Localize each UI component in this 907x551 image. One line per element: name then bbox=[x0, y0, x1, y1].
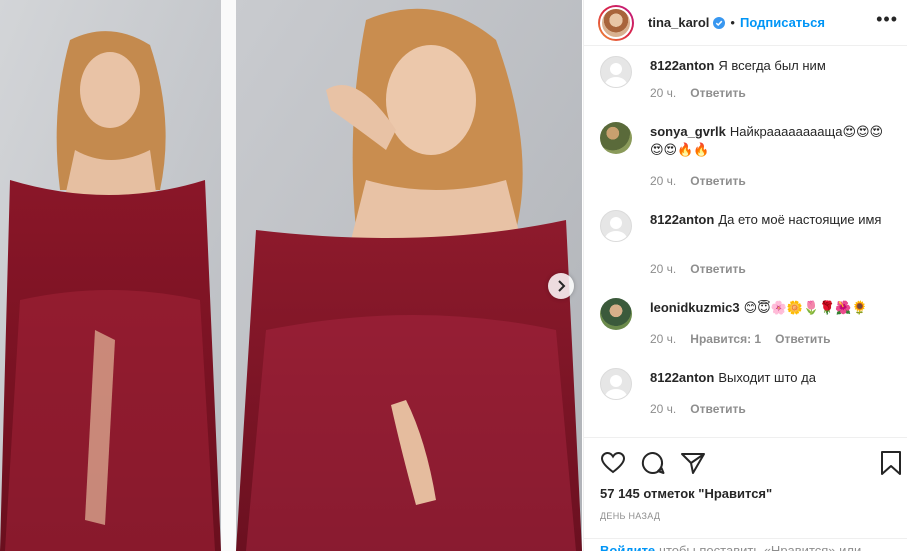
blank-avatar[interactable] bbox=[600, 368, 632, 400]
post-actions: 57 145 отметок "Нравится" ДЕНЬ НАЗАД Вой… bbox=[584, 437, 907, 551]
reply-button[interactable]: Ответить bbox=[690, 174, 745, 188]
photo-woman-red-dress-right bbox=[236, 0, 582, 551]
follow-button[interactable]: Подписаться bbox=[740, 15, 825, 30]
login-prompt-text: чтобы поставить «Нравится» или bbox=[659, 543, 862, 551]
comment-bubble-icon[interactable] bbox=[640, 450, 666, 476]
chevron-right-icon bbox=[558, 280, 566, 292]
comment-likes[interactable]: Нравится: 1 bbox=[690, 332, 761, 346]
comment-username[interactable]: 8122anton bbox=[650, 58, 714, 73]
comment-username[interactable]: 8122anton bbox=[650, 212, 714, 227]
verified-badge-icon bbox=[713, 16, 726, 29]
comment-username[interactable]: sonya_gvrlk bbox=[650, 124, 726, 139]
reply-button[interactable]: Ответить bbox=[775, 332, 830, 346]
post-media bbox=[0, 0, 582, 551]
share-paper-plane-icon[interactable] bbox=[680, 450, 706, 476]
post-photo-right bbox=[236, 0, 582, 551]
likes-count[interactable]: 57 145 отметок "Нравится" bbox=[600, 486, 772, 501]
comments-list[interactable]: 8122anton Я всегда был ним 20 ч. Ответить … bbox=[584, 46, 907, 436]
comment-username[interactable]: 8122anton bbox=[650, 370, 714, 385]
comment-text: Я всегда был ним bbox=[718, 58, 826, 73]
reply-button[interactable]: Ответить bbox=[690, 402, 745, 416]
login-link[interactable]: Войдите bbox=[600, 543, 655, 551]
comment-time[interactable]: 20 ч. bbox=[650, 86, 676, 100]
author-avatar[interactable] bbox=[598, 4, 634, 41]
photo-woman-red-dress-left bbox=[0, 0, 221, 551]
comment-time[interactable]: 20 ч. bbox=[650, 402, 676, 416]
reply-button[interactable]: Ответить bbox=[690, 86, 745, 100]
post-side-panel: tina_karol • Подписаться ••• 8122anton Я … bbox=[583, 0, 907, 551]
reply-button[interactable]: Ответить bbox=[690, 262, 745, 276]
comment-time[interactable]: 20 ч. bbox=[650, 332, 676, 346]
next-photo-button[interactable] bbox=[548, 273, 574, 299]
comment-time[interactable]: 20 ч. bbox=[650, 174, 676, 188]
like-heart-icon[interactable] bbox=[600, 450, 626, 476]
login-prompt-bar: Войдите чтобы поставить «Нравится» или bbox=[584, 538, 907, 551]
author-username[interactable]: tina_karol bbox=[648, 15, 709, 30]
post-time-ago[interactable]: ДЕНЬ НАЗАД bbox=[600, 511, 660, 521]
blank-avatar[interactable] bbox=[600, 56, 632, 88]
post-header: tina_karol • Подписаться ••• bbox=[584, 0, 907, 46]
comment-username[interactable]: leonidkuzmic3 bbox=[650, 300, 740, 315]
comment-time[interactable]: 20 ч. bbox=[650, 262, 676, 276]
photo-avatar[interactable] bbox=[600, 122, 632, 154]
blank-avatar[interactable] bbox=[600, 210, 632, 242]
save-bookmark-icon[interactable] bbox=[878, 450, 904, 476]
separator-dot: • bbox=[730, 15, 735, 30]
photo-avatar[interactable] bbox=[600, 298, 632, 330]
comment-text: Выходит што да bbox=[718, 370, 816, 385]
comment-text: 😊😇🌸🌼🌷🌹🌺🌻 bbox=[743, 300, 868, 315]
post-photo-left bbox=[0, 0, 221, 551]
more-options-icon[interactable]: ••• bbox=[876, 10, 898, 28]
comment-text: Да ето моё настоящие имя bbox=[718, 212, 882, 227]
